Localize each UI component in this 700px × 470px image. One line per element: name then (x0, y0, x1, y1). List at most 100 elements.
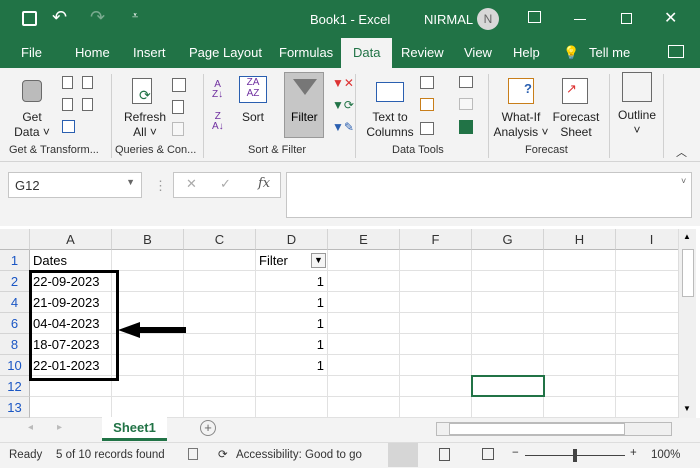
customize-qat-icon[interactable]: ⩡ (132, 10, 138, 23)
tab-view[interactable]: View (464, 45, 492, 60)
cell-h12[interactable] (544, 376, 616, 397)
row-header[interactable]: 6 (0, 313, 30, 334)
cell-e13[interactable] (328, 397, 400, 418)
column-header-g[interactable]: G (472, 229, 544, 250)
cell-f12[interactable] (400, 376, 472, 397)
cell-f4[interactable] (400, 292, 472, 313)
zoom-slider[interactable] (525, 449, 625, 462)
cell-c2[interactable] (184, 271, 256, 292)
cell-h8[interactable] (544, 334, 616, 355)
cell-e12[interactable] (328, 376, 400, 397)
cell-i4[interactable] (616, 292, 678, 313)
cell-e2[interactable] (328, 271, 400, 292)
get-data-button[interactable]: Get Data ˅ (12, 110, 52, 140)
advanced-filter-icon[interactable]: ▼✎ (332, 120, 354, 134)
row-header[interactable]: 12 (0, 376, 30, 397)
prev-sheet-icon[interactable]: ◂ (28, 422, 33, 433)
column-header-a[interactable]: A (30, 229, 112, 250)
refresh-all-button[interactable]: Refresh All ˅ (120, 110, 170, 140)
from-table-icon[interactable] (62, 120, 75, 133)
text-to-columns-button[interactable]: Text to Columns (362, 110, 418, 140)
name-box[interactable]: G12 ▼ (8, 172, 142, 198)
cell-c12[interactable] (184, 376, 256, 397)
clear-filter-icon[interactable]: ▼✕ (332, 76, 354, 90)
recent-sources-icon[interactable] (82, 76, 93, 89)
column-header-f[interactable]: F (400, 229, 472, 250)
macro-record-icon[interactable] (188, 448, 198, 460)
remove-duplicates-icon[interactable] (420, 98, 434, 111)
maximize-button[interactable] (621, 13, 632, 24)
tab-home[interactable]: Home (75, 45, 110, 60)
cell-g8[interactable] (472, 334, 544, 355)
cancel-icon[interactable]: ✕ (186, 176, 197, 192)
row-header[interactable]: 13 (0, 397, 30, 418)
column-header-d[interactable]: D (256, 229, 328, 250)
cell-c1[interactable] (184, 250, 256, 271)
data-validation-icon[interactable] (420, 122, 434, 135)
expand-formula-bar-icon[interactable]: ˅ (681, 176, 686, 186)
tell-me-search[interactable]: Tell me (589, 45, 630, 60)
cell-c8[interactable] (184, 334, 256, 355)
cell-d4[interactable]: 1 (256, 292, 328, 313)
forecast-sheet-button[interactable]: Forecast Sheet (552, 110, 600, 140)
accessibility-icon[interactable]: ⟳ (218, 447, 228, 461)
cell-i8[interactable] (616, 334, 678, 355)
cell-a13[interactable] (30, 397, 112, 418)
accessibility-status[interactable]: Accessibility: Good to go (236, 449, 362, 461)
cell-b10[interactable] (112, 355, 184, 376)
avatar[interactable]: N (477, 8, 499, 30)
comments-icon[interactable] (668, 45, 684, 58)
what-if-analysis-button[interactable]: What-If Analysis ˅ (492, 110, 550, 140)
sort-a-z-button[interactable]: A Z↓ (212, 80, 223, 100)
cell-h4[interactable] (544, 292, 616, 313)
cell-c6[interactable] (184, 313, 256, 334)
existing-connections-icon[interactable] (82, 98, 93, 111)
cell-h13[interactable] (544, 397, 616, 418)
cell-b13[interactable] (112, 397, 184, 418)
cell-i13[interactable] (616, 397, 678, 418)
cell-d13[interactable] (256, 397, 328, 418)
cell-d12[interactable] (256, 376, 328, 397)
cell-f1[interactable] (400, 250, 472, 271)
cell-g2[interactable] (472, 271, 544, 292)
cell-e4[interactable] (328, 292, 400, 313)
cell-e1[interactable] (328, 250, 400, 271)
cell-e10[interactable] (328, 355, 400, 376)
cell-g13[interactable] (472, 397, 544, 418)
from-text-icon[interactable] (62, 76, 73, 89)
cell-d6[interactable]: 1 (256, 313, 328, 334)
cell-d2[interactable]: 1 (256, 271, 328, 292)
outline-button[interactable]: Outline ˅ (612, 108, 662, 138)
row-header[interactable]: 10 (0, 355, 30, 376)
cell-g1[interactable] (472, 250, 544, 271)
row-header[interactable]: 4 (0, 292, 30, 313)
cell-h2[interactable] (544, 271, 616, 292)
tab-file[interactable]: File (21, 45, 42, 60)
cell-f2[interactable] (400, 271, 472, 292)
cell-h1[interactable] (544, 250, 616, 271)
vertical-scrollbar[interactable]: ▲ ▼ (678, 229, 696, 418)
cell-f13[interactable] (400, 397, 472, 418)
ribbon-display-icon[interactable] (528, 11, 541, 23)
zoom-in-button[interactable]: + (630, 447, 637, 459)
cell-c10[interactable] (184, 355, 256, 376)
from-web-icon[interactable] (62, 98, 73, 111)
cell-c4[interactable] (184, 292, 256, 313)
cell-c13[interactable] (184, 397, 256, 418)
enter-icon[interactable]: ✓ (220, 176, 231, 192)
filter-dropdown-button[interactable]: ▼ (311, 253, 326, 268)
minimize-button[interactable] (574, 19, 586, 20)
cell-f8[interactable] (400, 334, 472, 355)
properties-icon[interactable] (172, 100, 184, 114)
close-button[interactable]: ✕ (664, 8, 677, 28)
sort-button[interactable]: Sort (242, 110, 264, 125)
cell-f10[interactable] (400, 355, 472, 376)
collapse-ribbon-icon[interactable]: ︿ (676, 144, 687, 160)
consolidate-icon[interactable] (459, 76, 473, 88)
row-header[interactable]: 2 (0, 271, 30, 292)
reapply-filter-icon[interactable]: ▼⟳ (332, 98, 354, 112)
cell-h10[interactable] (544, 355, 616, 376)
row-header[interactable]: 1 (0, 250, 30, 271)
horizontal-scrollbar[interactable] (436, 422, 672, 436)
cell-e6[interactable] (328, 313, 400, 334)
